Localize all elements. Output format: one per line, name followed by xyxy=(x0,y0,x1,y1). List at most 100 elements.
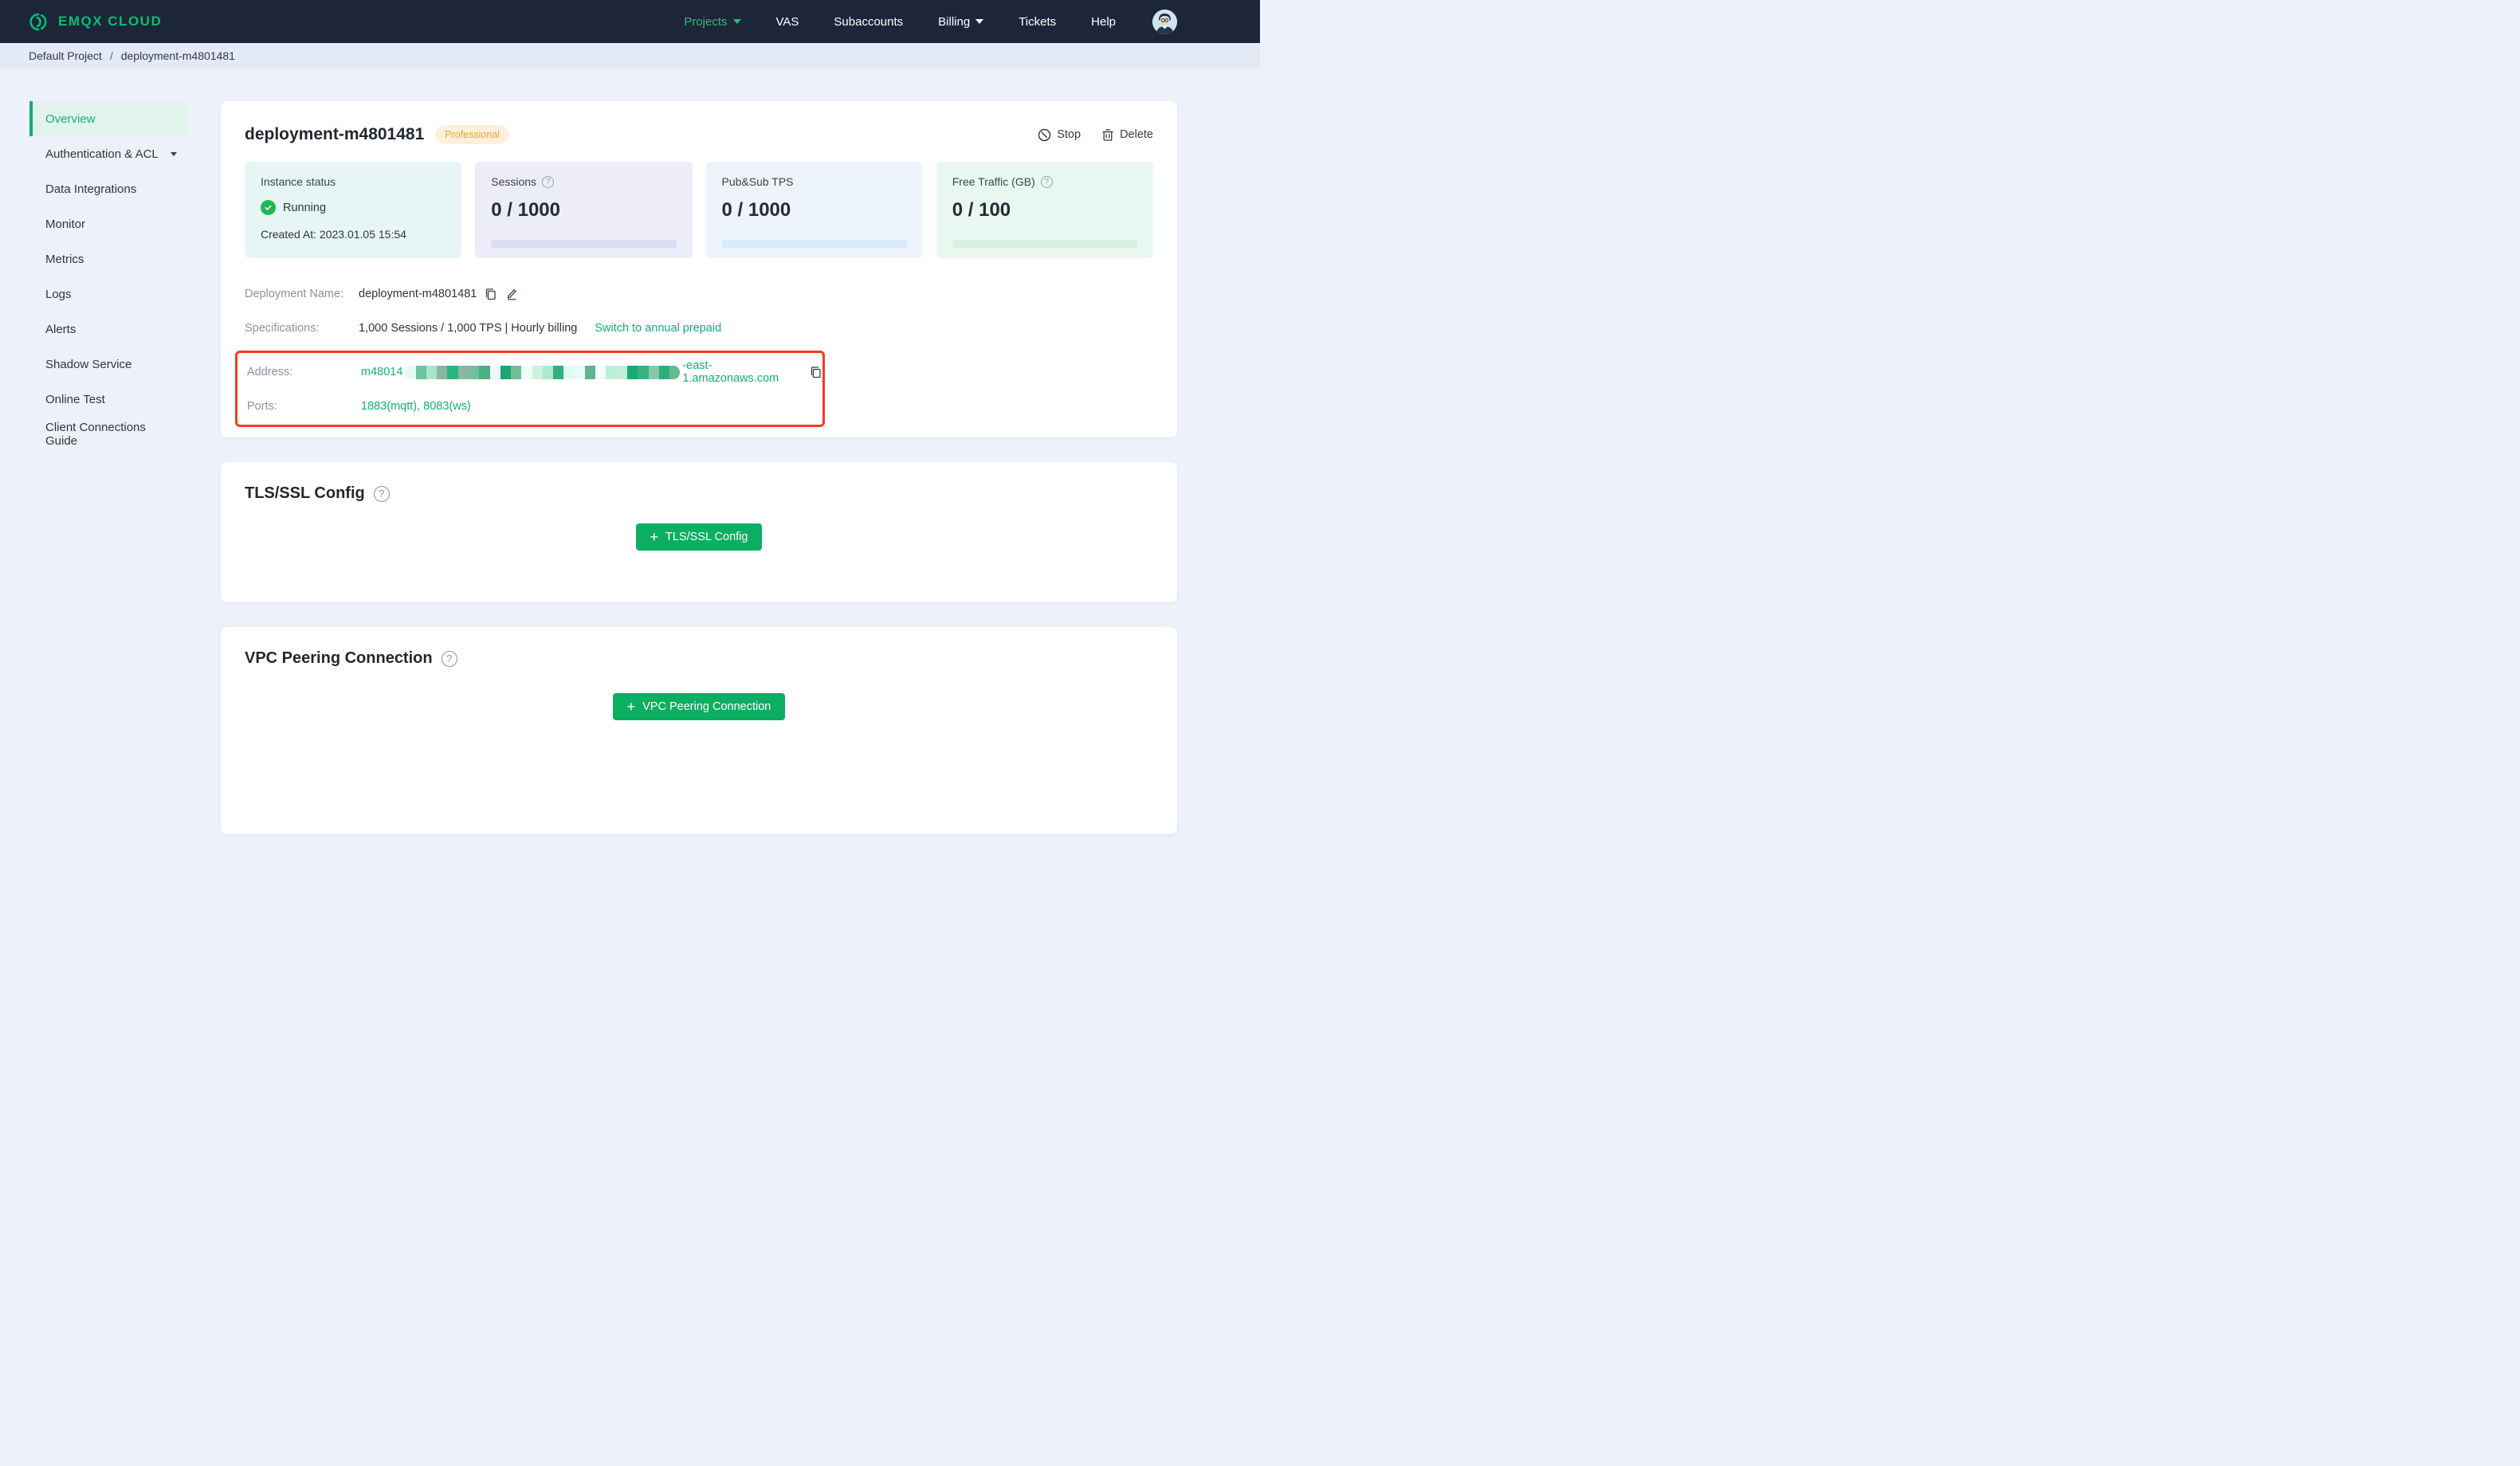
nav-vas[interactable]: VAS xyxy=(776,15,799,29)
vpc-section-title: VPC Peering Connection xyxy=(245,649,433,667)
address-suffix: -east-1.amazonaws.com xyxy=(682,359,779,385)
delete-button-label: Delete xyxy=(1120,128,1153,141)
sidebar-item-label: Shadow Service xyxy=(45,357,132,371)
created-at-text: Created At: 2023.01.05 15:54 xyxy=(261,228,406,241)
specifications-row: Specifications: 1,000 Sessions / 1,000 T… xyxy=(245,316,1153,340)
sidebar-item-logs[interactable]: Logs xyxy=(29,276,188,312)
help-icon[interactable] xyxy=(542,175,555,188)
specifications-label: Specifications: xyxy=(245,322,320,335)
logo-wordmark: EMQX CLOUD xyxy=(58,14,163,29)
add-vpc-peering-button[interactable]: VPC Peering Connection xyxy=(612,693,786,720)
switch-annual-prepaid-link[interactable]: Switch to annual prepaid xyxy=(595,322,721,335)
deployment-name-value: deployment-m4801481 xyxy=(359,288,477,300)
address-prefix: m48014 xyxy=(361,366,403,378)
user-avatar[interactable] xyxy=(1152,9,1177,34)
nav-help-label: Help xyxy=(1091,14,1116,29)
copy-icon[interactable] xyxy=(485,288,497,300)
stop-button[interactable]: Stop xyxy=(1038,128,1081,142)
free-traffic-card: Free Traffic (GB) 0 / 100 xyxy=(936,162,1153,258)
pubsub-tps-card: Pub&Sub TPS 0 / 1000 xyxy=(705,162,923,258)
annotation-red-box: Address: m48014 -east-1.amazonaws.com Po… xyxy=(235,351,825,427)
help-icon[interactable] xyxy=(441,650,457,667)
plus-icon xyxy=(650,530,659,545)
specifications-value: 1,000 Sessions / 1,000 TPS | Hourly bill… xyxy=(359,322,578,335)
address-redacted xyxy=(405,365,681,379)
tls-section-title: TLS/SSL Config xyxy=(245,484,365,502)
pubsub-tps-progress-bar xyxy=(721,240,907,248)
plus-icon xyxy=(627,700,636,715)
running-check-icon xyxy=(261,200,276,215)
add-vpc-peering-label: VPC Peering Connection xyxy=(642,700,771,713)
free-traffic-label: Free Traffic (GB) xyxy=(952,175,1035,188)
deployment-overview-card: deployment-m4801481 Professional Stop De… xyxy=(221,101,1177,437)
sidebar-item-shadow-service[interactable]: Shadow Service xyxy=(29,347,188,382)
sidebar-item-label: Overview xyxy=(45,112,96,126)
sidebar-item-overview[interactable]: Overview xyxy=(29,101,188,136)
pubsub-tps-label: Pub&Sub TPS xyxy=(721,175,794,188)
add-tls-ssl-config-label: TLS/SSL Config xyxy=(665,531,748,543)
nav-projects[interactable]: Projects xyxy=(684,14,741,29)
free-traffic-value: 0 / 100 xyxy=(952,199,1011,221)
avatar-illustration xyxy=(1152,9,1177,34)
sidebar-item-label: Alerts xyxy=(45,322,77,336)
sidebar-item-label: Data Integrations xyxy=(45,182,137,196)
nav-billing[interactable]: Billing xyxy=(938,14,984,29)
nav-help[interactable]: Help xyxy=(1091,15,1116,29)
pubsub-tps-value: 0 / 1000 xyxy=(721,199,791,221)
nav-tickets-label: Tickets xyxy=(1019,14,1057,29)
breadcrumb-separator: / xyxy=(109,49,113,62)
ports-value: 1883(mqtt), 8083(ws) xyxy=(361,400,471,413)
breadcrumb-project[interactable]: Default Project xyxy=(29,49,102,62)
sidebar-item-metrics[interactable]: Metrics xyxy=(29,241,188,276)
breadcrumb-deployment: deployment-m4801481 xyxy=(120,49,235,62)
chevron-down-icon xyxy=(732,19,741,24)
tls-ssl-section: TLS/SSL Config TLS/SSL Config xyxy=(221,462,1177,602)
edit-icon[interactable] xyxy=(505,288,518,300)
nav-tickets[interactable]: Tickets xyxy=(1019,15,1056,29)
deployment-name-label: Deployment Name: xyxy=(245,288,344,300)
sidebar-item-client-connections-guide[interactable]: Client Connections Guide xyxy=(29,417,188,452)
sidebar-item-label: Online Test xyxy=(45,392,105,406)
top-navbar: EMQX CLOUD Projects VAS Subaccounts Bill… xyxy=(0,0,1260,43)
nav-projects-label: Projects xyxy=(684,14,728,29)
instance-status-card: Instance status Running Created At: 2023… xyxy=(245,162,462,258)
sidebar-item-data-integrations[interactable]: Data Integrations xyxy=(29,171,188,206)
plan-badge: Professional xyxy=(435,125,510,144)
nav-billing-label: Billing xyxy=(938,14,971,29)
top-nav-menu: Projects VAS Subaccounts Billing Tickets… xyxy=(684,9,1177,34)
help-icon[interactable] xyxy=(1040,175,1053,188)
sidebar-item-monitor[interactable]: Monitor xyxy=(29,206,188,241)
nav-vas-label: VAS xyxy=(775,14,799,29)
main-content: deployment-m4801481 Professional Stop De… xyxy=(221,69,1177,859)
chevron-down-icon xyxy=(171,151,177,156)
delete-button[interactable]: Delete xyxy=(1101,128,1153,142)
add-tls-ssl-config-button[interactable]: TLS/SSL Config xyxy=(635,523,763,551)
emqx-logo-icon xyxy=(29,13,47,30)
address-row: Address: m48014 -east-1.amazonaws.com xyxy=(247,359,822,385)
stop-icon xyxy=(1038,128,1051,141)
ports-row: Ports: 1883(mqtt), 8083(ws) xyxy=(247,394,822,418)
sessions-card: Sessions 0 / 1000 xyxy=(475,162,693,258)
sidebar-item-authentication-acl[interactable]: Authentication & ACL xyxy=(29,136,188,171)
sidebar-item-online-test[interactable]: Online Test xyxy=(29,382,188,417)
sidebar: Overview Authentication & ACL Data Integ… xyxy=(0,69,221,859)
sidebar-item-label: Logs xyxy=(45,287,72,301)
vpc-peering-section: VPC Peering Connection VPC Peering Conne… xyxy=(221,627,1177,834)
instance-status-value: Running xyxy=(283,201,327,214)
sessions-value: 0 / 1000 xyxy=(491,199,560,221)
help-icon[interactable] xyxy=(373,485,390,502)
nav-subaccounts[interactable]: Subaccounts xyxy=(834,15,903,29)
nav-subaccounts-label: Subaccounts xyxy=(834,14,904,29)
sidebar-item-alerts[interactable]: Alerts xyxy=(29,312,188,347)
sessions-progress-bar xyxy=(491,240,677,248)
deployment-name-row: Deployment Name: deployment-m4801481 xyxy=(245,282,1153,306)
stop-button-label: Stop xyxy=(1057,128,1081,141)
ports-label: Ports: xyxy=(247,400,277,413)
sessions-label: Sessions xyxy=(491,175,537,188)
sidebar-item-label: Authentication & ACL xyxy=(45,147,159,161)
sidebar-item-label: Monitor xyxy=(45,217,86,231)
sidebar-item-label: Metrics xyxy=(45,252,84,266)
sidebar-item-label: Client Connections Guide xyxy=(45,421,146,448)
copy-icon[interactable] xyxy=(810,366,822,378)
page-title: deployment-m4801481 xyxy=(245,125,425,143)
